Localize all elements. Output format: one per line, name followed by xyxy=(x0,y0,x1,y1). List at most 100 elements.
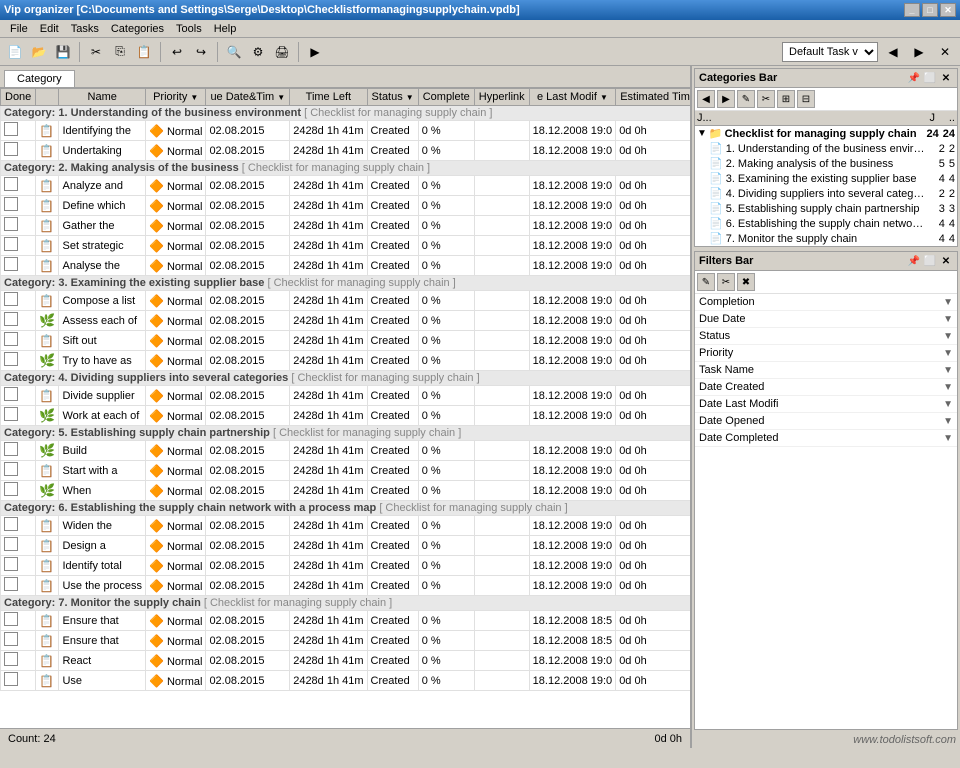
done-checkbox[interactable] xyxy=(1,386,36,406)
done-checkbox[interactable] xyxy=(1,516,36,536)
done-checkbox[interactable] xyxy=(1,611,36,631)
table-row[interactable]: 📋 Use the process 🔶 Normal 02.08.2015 24… xyxy=(1,576,691,596)
cat-tree-back[interactable]: ◀ xyxy=(697,90,715,108)
table-row[interactable]: 📋 Gather the 🔶 Normal 02.08.2015 2428d 1… xyxy=(1,216,691,236)
menu-file[interactable]: File xyxy=(4,21,34,37)
menu-tools[interactable]: Tools xyxy=(170,21,208,37)
cat-bar-float[interactable]: ⬜ xyxy=(923,71,937,85)
tree-child-item[interactable]: 📄 1. Understanding of the business envir… xyxy=(695,141,957,156)
task-nav-extra[interactable]: ✕ xyxy=(934,41,956,63)
checkbox-icon[interactable] xyxy=(4,122,18,136)
filter-button[interactable]: ⚙ xyxy=(247,41,269,63)
checkbox-icon[interactable] xyxy=(4,442,18,456)
menu-edit[interactable]: Edit xyxy=(34,21,65,37)
cat-tree-cut[interactable]: ✂ xyxy=(757,90,775,108)
checkbox-icon[interactable] xyxy=(4,537,18,551)
checkbox-icon[interactable] xyxy=(4,197,18,211)
filter-item[interactable]: Completion ▼ xyxy=(695,294,957,311)
table-row[interactable]: 📋 Ensure that 🔶 Normal 02.08.2015 2428d … xyxy=(1,631,691,651)
table-row[interactable]: 📋 Ensure that 🔶 Normal 02.08.2015 2428d … xyxy=(1,611,691,631)
table-row[interactable]: 📋 Sift out 🔶 Normal 02.08.2015 2428d 1h … xyxy=(1,331,691,351)
col-header-status[interactable]: Status ▼ xyxy=(367,89,418,106)
checkbox-icon[interactable] xyxy=(4,312,18,326)
task-select-dropdown[interactable]: Default Task v xyxy=(782,42,878,62)
col-header-name[interactable]: Name xyxy=(59,89,145,106)
category-tab[interactable]: Category xyxy=(4,70,75,87)
menu-tasks[interactable]: Tasks xyxy=(65,21,105,37)
checkbox-icon[interactable] xyxy=(4,557,18,571)
checkbox-icon[interactable] xyxy=(4,652,18,666)
checkbox-icon[interactable] xyxy=(4,612,18,626)
minimize-button[interactable]: _ xyxy=(904,3,920,17)
checkbox-icon[interactable] xyxy=(4,407,18,421)
col-header-done[interactable]: Done xyxy=(1,89,36,106)
table-row[interactable]: 🌿 Try to have as 🔶 Normal 02.08.2015 242… xyxy=(1,351,691,371)
done-checkbox[interactable] xyxy=(1,576,36,596)
col-header-est[interactable]: Estimated Time xyxy=(616,89,690,106)
cat-tree-remove[interactable]: ⊟ xyxy=(797,90,815,108)
tree-child-item[interactable]: 📄 5. Establishing supply chain partnersh… xyxy=(695,201,957,216)
filter-item[interactable]: Date Opened ▼ xyxy=(695,413,957,430)
done-checkbox[interactable] xyxy=(1,216,36,236)
menu-categories[interactable]: Categories xyxy=(105,21,170,37)
open-button[interactable]: 📂 xyxy=(28,41,50,63)
done-checkbox[interactable] xyxy=(1,176,36,196)
done-checkbox[interactable] xyxy=(1,236,36,256)
filter-item[interactable]: Date Completed ▼ xyxy=(695,430,957,447)
done-checkbox[interactable] xyxy=(1,481,36,501)
table-row[interactable]: 🌿 Work at each of 🔶 Normal 02.08.2015 24… xyxy=(1,406,691,426)
table-row[interactable]: 📋 Undertaking 🔶 Normal 02.08.2015 2428d … xyxy=(1,141,691,161)
table-row[interactable]: 📋 Use 🔶 Normal 02.08.2015 2428d 1h 41m C… xyxy=(1,671,691,691)
col-header-lastmod[interactable]: e Last Modif ▼ xyxy=(529,89,616,106)
table-row[interactable]: 📋 Design a 🔶 Normal 02.08.2015 2428d 1h … xyxy=(1,536,691,556)
checkbox-icon[interactable] xyxy=(4,332,18,346)
checkbox-icon[interactable] xyxy=(4,482,18,496)
checkbox-icon[interactable] xyxy=(4,257,18,271)
checkbox-icon[interactable] xyxy=(4,387,18,401)
checkbox-icon[interactable] xyxy=(4,142,18,156)
undo-button[interactable]: ↩ xyxy=(166,41,188,63)
table-row[interactable]: 📋 Widen the 🔶 Normal 02.08.2015 2428d 1h… xyxy=(1,516,691,536)
tree-child-item[interactable]: 📄 2. Making analysis of the business 5 5 xyxy=(695,156,957,171)
filter-item[interactable]: Date Last Modifi ▼ xyxy=(695,396,957,413)
table-row[interactable]: 🌿 Assess each of 🔶 Normal 02.08.2015 242… xyxy=(1,311,691,331)
col-header-hyperlink[interactable]: Hyperlink xyxy=(474,89,529,106)
done-checkbox[interactable] xyxy=(1,406,36,426)
filter-item[interactable]: Priority ▼ xyxy=(695,345,957,362)
checkbox-icon[interactable] xyxy=(4,632,18,646)
done-checkbox[interactable] xyxy=(1,291,36,311)
done-checkbox[interactable] xyxy=(1,351,36,371)
filter-cut[interactable]: ✂ xyxy=(717,273,735,291)
table-row[interactable]: 📋 Start with a 🔶 Normal 02.08.2015 2428d… xyxy=(1,461,691,481)
checkbox-icon[interactable] xyxy=(4,292,18,306)
checkbox-icon[interactable] xyxy=(4,672,18,686)
col-header-complete[interactable]: Complete xyxy=(418,89,474,106)
table-row[interactable]: 🌿 When 🔶 Normal 02.08.2015 2428d 1h 41m … xyxy=(1,481,691,501)
done-checkbox[interactable] xyxy=(1,671,36,691)
done-checkbox[interactable] xyxy=(1,631,36,651)
filter-bar-close[interactable]: ✕ xyxy=(939,254,953,268)
col-header-time[interactable]: Time Left xyxy=(290,89,367,106)
table-row[interactable]: 📋 Identify total 🔶 Normal 02.08.2015 242… xyxy=(1,556,691,576)
redo-button[interactable]: ↪ xyxy=(190,41,212,63)
col-header-priority[interactable]: Priority ▼ xyxy=(145,89,205,106)
checkbox-icon[interactable] xyxy=(4,237,18,251)
task-nav-prev[interactable]: ◀ xyxy=(882,41,904,63)
table-row[interactable]: 📋 Compose a list 🔶 Normal 02.08.2015 242… xyxy=(1,291,691,311)
table-row[interactable]: 📋 Define which 🔶 Normal 02.08.2015 2428d… xyxy=(1,196,691,216)
tree-child-item[interactable]: 📄 3. Examining the existing supplier bas… xyxy=(695,171,957,186)
done-checkbox[interactable] xyxy=(1,256,36,276)
done-checkbox[interactable] xyxy=(1,331,36,351)
table-row[interactable]: 📋 Divide supplier 🔶 Normal 02.08.2015 24… xyxy=(1,386,691,406)
tree-child-item[interactable]: 📄 4. Dividing suppliers into several cat… xyxy=(695,186,957,201)
extra-button[interactable]: ▶ xyxy=(304,41,326,63)
save-button[interactable]: 💾 xyxy=(52,41,74,63)
table-row[interactable]: 📋 React 🔶 Normal 02.08.2015 2428d 1h 41m… xyxy=(1,651,691,671)
checkbox-icon[interactable] xyxy=(4,462,18,476)
task-nav-next[interactable]: ▶ xyxy=(908,41,930,63)
find-button[interactable]: 🔍 xyxy=(223,41,245,63)
maximize-button[interactable]: □ xyxy=(922,3,938,17)
cat-bar-pin[interactable]: 📌 xyxy=(907,71,921,85)
table-row[interactable]: 📋 Identifying the 🔶 Normal 02.08.2015 24… xyxy=(1,121,691,141)
done-checkbox[interactable] xyxy=(1,311,36,331)
